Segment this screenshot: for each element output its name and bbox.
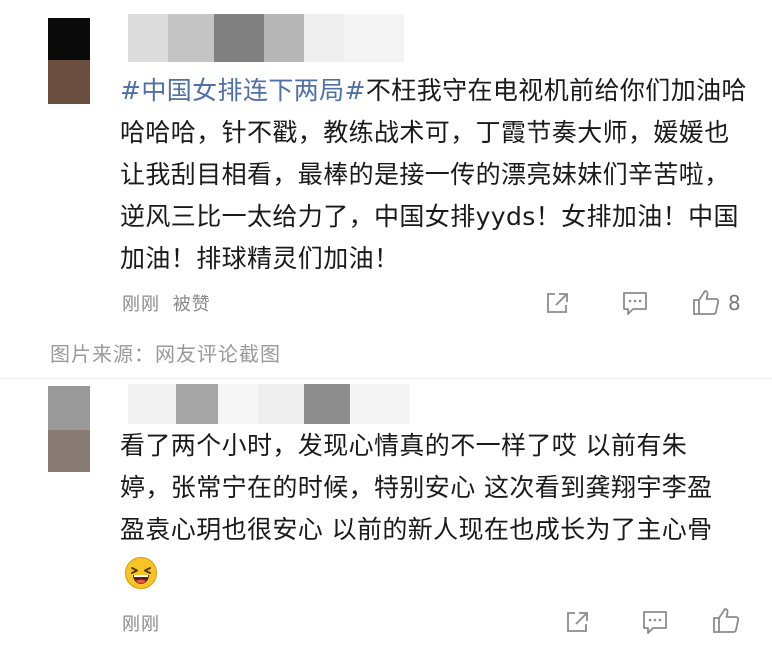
like-count: 8 xyxy=(728,291,741,315)
comment-meta-1: 刚刚 被赞 xyxy=(122,290,211,316)
topic-hashtag[interactable]: #中国女排连下两局# xyxy=(120,76,366,105)
share-icon[interactable] xyxy=(545,291,571,315)
share-icon[interactable] xyxy=(565,610,591,634)
username-block xyxy=(264,14,304,62)
username-block xyxy=(344,14,404,62)
username-block xyxy=(258,384,304,424)
divider xyxy=(0,378,772,379)
username-block xyxy=(350,384,410,424)
username-block xyxy=(128,384,176,424)
username-block xyxy=(176,384,218,424)
comment-content: 看了两个小时，发现心情真的不一样了哎 以前有朱婷，张常宁在的时候，特别安心 这次… xyxy=(120,431,713,544)
comment-time: 刚刚 xyxy=(122,614,160,635)
username-block xyxy=(168,14,214,62)
laughing-face-icon xyxy=(124,556,158,590)
like-icon[interactable] xyxy=(692,288,720,316)
image-source-caption: 图片来源：网友评论截图 xyxy=(50,342,281,366)
comment-icon[interactable] xyxy=(622,291,648,316)
username-block xyxy=(304,384,350,424)
avatar-block xyxy=(48,430,90,472)
liked-tag: 被赞 xyxy=(172,294,211,315)
like-icon[interactable] xyxy=(712,606,740,634)
avatar-block xyxy=(48,386,90,430)
comment-text-1: #中国女排连下两局#不枉我守在电视机前给你们加油哈哈哈哈，针不戳，教练战术可，丁… xyxy=(120,70,750,280)
avatar-block xyxy=(48,60,90,104)
username-block xyxy=(214,14,264,62)
comment-icon[interactable] xyxy=(642,610,668,635)
comment-text-2: 看了两个小时，发现心情真的不一样了哎 以前有朱婷，张常宁在的时候，特别安心 这次… xyxy=(120,425,730,593)
comment-time: 刚刚 xyxy=(122,294,160,315)
avatar-block xyxy=(48,18,90,60)
comment-meta-2: 刚刚 xyxy=(122,610,160,636)
username-block xyxy=(128,14,168,62)
username-block xyxy=(218,384,258,424)
comment-content: 不枉我守在电视机前给你们加油哈哈哈哈，针不戳，教练战术可，丁霞节奏大师，媛媛也让… xyxy=(120,76,747,273)
username-block xyxy=(304,14,344,62)
